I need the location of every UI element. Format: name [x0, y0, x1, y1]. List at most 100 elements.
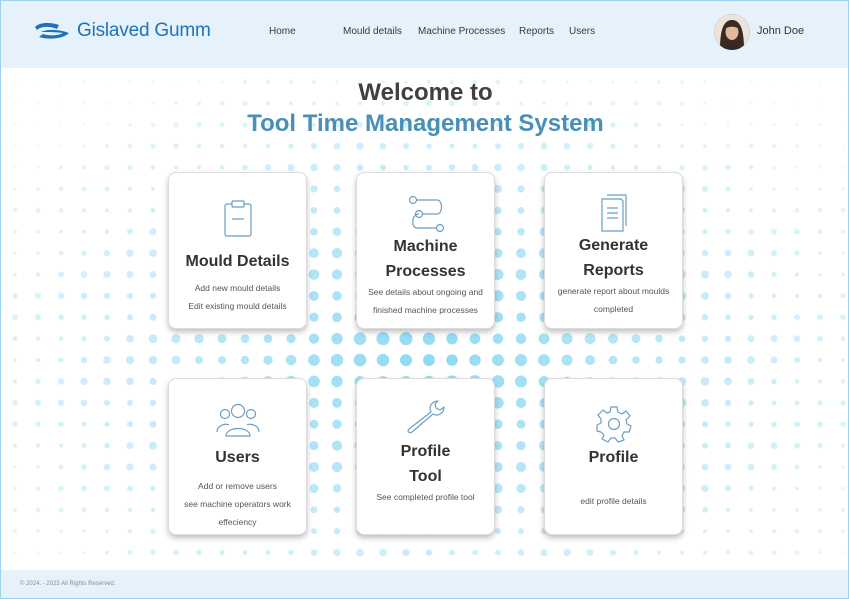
background-dot	[701, 421, 709, 428]
background-dot	[127, 314, 133, 321]
background-dot	[403, 164, 409, 171]
background-dot	[748, 421, 754, 427]
background-dot	[840, 336, 846, 342]
background-dot	[35, 378, 41, 385]
background-dot	[793, 314, 801, 321]
background-dot	[81, 186, 87, 192]
background-dot	[58, 251, 64, 256]
background-dot	[103, 463, 111, 471]
background-dot	[840, 400, 846, 406]
card-users[interactable]: Users Add or remove users see machine op…	[168, 378, 307, 535]
background-dot	[104, 550, 110, 555]
background-dot	[242, 550, 248, 555]
background-dot	[36, 551, 40, 554]
nav-reports[interactable]: Reports	[519, 26, 554, 37]
background-dot	[449, 143, 455, 149]
background-dot	[309, 441, 319, 451]
background-dot	[127, 292, 133, 299]
background-dot	[13, 251, 17, 255]
background-dot	[12, 443, 18, 448]
brand-logo[interactable]: Gislaved Gumm	[33, 20, 211, 42]
background-dot	[196, 143, 202, 149]
background-dot	[725, 507, 731, 513]
background-dot	[196, 549, 202, 556]
background-dot	[678, 356, 686, 364]
background-dot	[127, 228, 133, 235]
background-dot	[125, 355, 135, 365]
background-dot	[81, 507, 87, 513]
background-dot	[264, 164, 272, 171]
background-dot	[149, 463, 157, 471]
card-profile[interactable]: Profile edit profile details	[544, 378, 683, 535]
nav-users[interactable]: Users	[569, 26, 595, 37]
background-dot	[817, 229, 823, 235]
background-dot	[59, 144, 63, 148]
card-profile-tool[interactable]: Profile Tool See completed profile tool	[356, 378, 495, 535]
background-dot	[657, 144, 661, 148]
background-dot	[748, 293, 754, 299]
background-dot	[514, 354, 528, 367]
background-dot	[747, 271, 755, 278]
background-dot	[794, 379, 800, 384]
background-dot	[35, 336, 41, 341]
background-dot	[12, 207, 18, 213]
background-dot	[242, 144, 248, 149]
background-dot	[841, 465, 845, 469]
background-dot	[426, 164, 432, 171]
background-dot	[376, 332, 390, 346]
background-dot	[700, 377, 710, 386]
background-dot	[173, 165, 179, 170]
card-machine-processes[interactable]: Machine Processes See details about ongo…	[356, 172, 495, 329]
background-dot	[702, 229, 708, 235]
gear-icon	[595, 406, 632, 443]
card-generate-reports[interactable]: Generate Reports generate report about m…	[544, 172, 683, 329]
user-name[interactable]: John Doe	[757, 25, 804, 37]
background-dot	[399, 332, 413, 346]
background-dot	[58, 421, 64, 427]
background-dot	[242, 164, 248, 171]
background-dot	[701, 292, 709, 300]
background-dot	[127, 529, 133, 534]
card-title: Reports	[583, 262, 644, 279]
background-dot	[516, 483, 526, 494]
background-dot	[265, 143, 271, 149]
background-dot	[402, 143, 410, 150]
nav-machine-processes[interactable]: Machine Processes	[418, 26, 505, 37]
background-dot	[13, 187, 17, 191]
background-dot	[607, 333, 619, 344]
background-dot	[748, 165, 754, 170]
background-dot	[127, 485, 133, 492]
background-dot	[104, 229, 110, 235]
background-dot	[36, 144, 40, 148]
background-dot	[725, 186, 731, 192]
background-dot	[310, 506, 318, 514]
background-dot	[794, 228, 800, 235]
background-dot	[841, 251, 845, 255]
background-dot	[332, 227, 342, 237]
background-dot	[610, 143, 616, 149]
background-dot	[331, 247, 343, 259]
background-dot	[333, 506, 341, 514]
background-dot	[725, 421, 731, 427]
background-dot	[772, 165, 776, 170]
background-dot	[841, 551, 845, 554]
background-dot	[126, 442, 134, 450]
background-dot	[515, 375, 527, 388]
background-dot	[81, 208, 87, 213]
background-dot	[58, 336, 64, 341]
card-mould-details[interactable]: Mould Details Add new mould details Edit…	[168, 172, 307, 329]
card-title: Machine	[393, 238, 458, 255]
background-dot	[494, 206, 502, 215]
background-dot	[379, 164, 387, 171]
background-dot	[35, 314, 41, 321]
background-dot	[80, 271, 88, 278]
nav-mould-details[interactable]: Mould details	[343, 26, 402, 37]
avatar[interactable]	[714, 14, 750, 50]
background-dot	[310, 143, 318, 150]
background-dot	[149, 377, 157, 385]
background-dot	[817, 357, 823, 363]
background-dot	[82, 144, 86, 148]
nav-home[interactable]: Home	[269, 26, 296, 37]
background-dot	[516, 440, 526, 451]
background-dot	[494, 227, 502, 236]
